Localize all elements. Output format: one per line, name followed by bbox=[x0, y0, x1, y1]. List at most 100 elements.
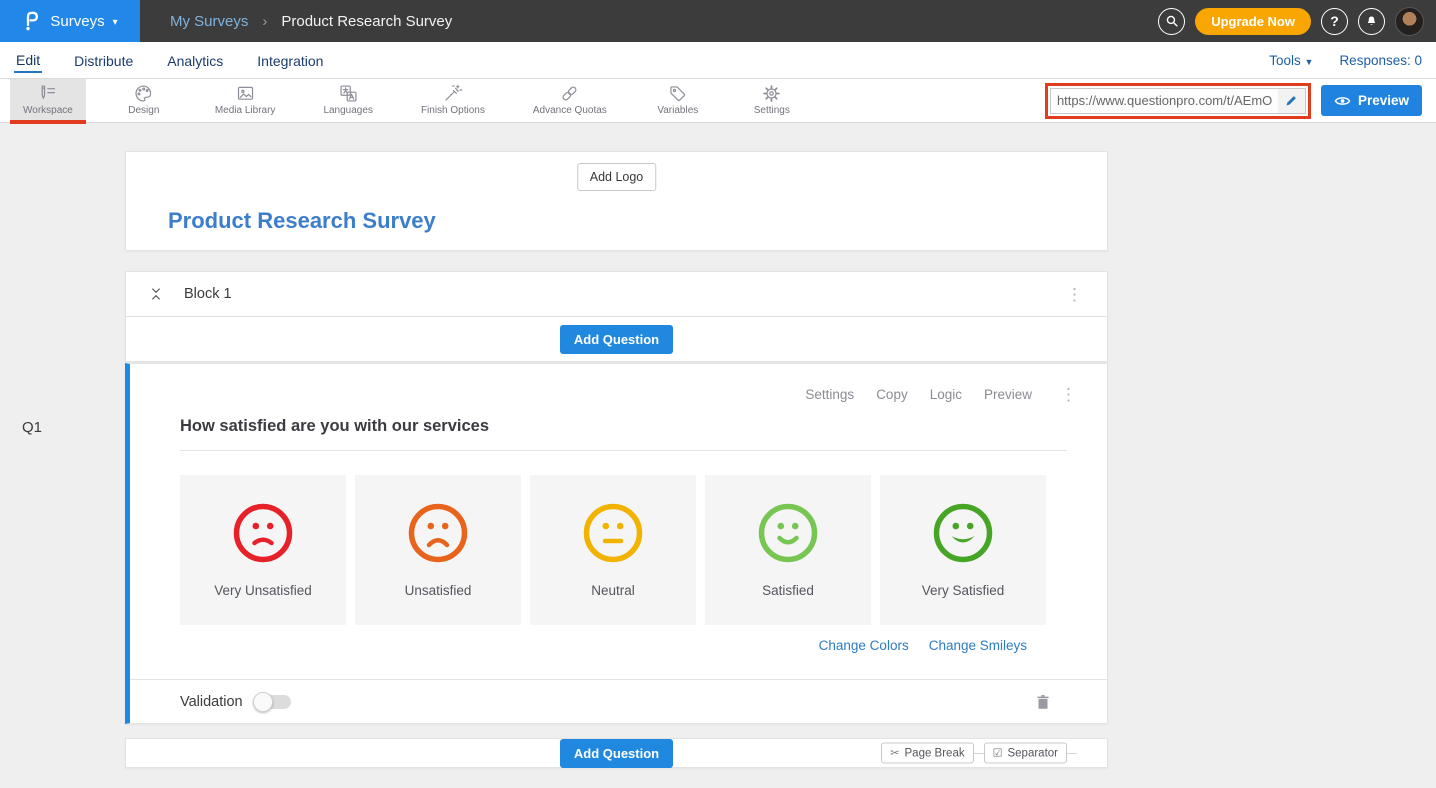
question-text-wrap: How satisfied are you with our services bbox=[180, 417, 1067, 451]
block-menu-kebab-icon[interactable]: ⋮ bbox=[1060, 284, 1089, 305]
add-logo-button[interactable]: Add Logo bbox=[577, 163, 657, 191]
bell-icon bbox=[1364, 14, 1379, 29]
change-colors-link[interactable]: Change Colors bbox=[819, 638, 909, 653]
toolbar-item-label: Finish Options bbox=[421, 105, 485, 116]
question-card: Settings Copy Logic Preview ⋮ How satisf… bbox=[125, 363, 1108, 724]
survey-header-card: Add Logo Product Research Survey bbox=[125, 151, 1108, 251]
search-icon bbox=[1165, 14, 1179, 28]
tab-integration[interactable]: Integration bbox=[255, 49, 325, 72]
survey-section-nav: Edit Distribute Analytics Integration To… bbox=[0, 42, 1436, 79]
question-footer-bar: Add Question ✂ Page Break ☑ Separator bbox=[125, 738, 1108, 768]
scissors-icon: ✂ bbox=[890, 747, 899, 760]
question-copy-link[interactable]: Copy bbox=[876, 387, 908, 402]
toolbar-item-variables[interactable]: Variables bbox=[642, 79, 714, 122]
responses-count[interactable]: Responses: 0 bbox=[1339, 53, 1422, 68]
link-icon bbox=[559, 83, 580, 104]
block-title[interactable]: Block 1 bbox=[184, 286, 232, 302]
smiley-config-links: Change Colors Change Smileys bbox=[130, 638, 1027, 653]
tab-analytics[interactable]: Analytics bbox=[165, 49, 225, 72]
workspace-canvas: Q1 Add Logo Product Research Survey Bloc… bbox=[0, 123, 1436, 788]
user-avatar[interactable] bbox=[1395, 7, 1424, 36]
toolbar-item-languages[interactable]: Languages bbox=[310, 79, 386, 122]
validation-label: Validation bbox=[180, 694, 243, 710]
collapse-block-icon[interactable] bbox=[148, 286, 164, 302]
unsatisfied-smiley-icon bbox=[407, 502, 469, 564]
tools-dropdown[interactable]: Tools ▼ bbox=[1269, 53, 1313, 68]
header-actions: Upgrade Now ? bbox=[1158, 7, 1424, 36]
checkbox-icon: ☑ bbox=[993, 747, 1003, 760]
smiley-option-very-unsatisfied[interactable]: Very Unsatisfied bbox=[180, 475, 346, 625]
brand-surveys-menu[interactable]: Surveys ▾ bbox=[0, 0, 140, 42]
very-unsatisfied-smiley-icon bbox=[232, 502, 294, 564]
survey-title[interactable]: Product Research Survey bbox=[168, 208, 436, 234]
smiley-option-satisfied[interactable]: Satisfied bbox=[705, 475, 871, 625]
gear-icon bbox=[761, 83, 782, 104]
pencil-icon bbox=[1285, 94, 1298, 107]
toolbar-item-settings[interactable]: Settings bbox=[736, 79, 808, 122]
eye-icon bbox=[1334, 95, 1351, 107]
smiley-option-label: Very Satisfied bbox=[922, 583, 1005, 598]
question-text[interactable]: How satisfied are you with our services bbox=[180, 417, 489, 435]
edit-url-button[interactable] bbox=[1278, 88, 1306, 114]
image-icon bbox=[235, 83, 256, 104]
tab-distribute[interactable]: Distribute bbox=[72, 49, 135, 72]
brand-label: Surveys bbox=[50, 13, 104, 30]
breadcrumb: My Surveys › Product Research Survey bbox=[170, 13, 452, 30]
preview-button[interactable]: Preview bbox=[1321, 85, 1422, 116]
separator-button[interactable]: ☑ Separator bbox=[984, 743, 1067, 764]
smiley-option-unsatisfied[interactable]: Unsatisfied bbox=[355, 475, 521, 625]
help-button[interactable]: ? bbox=[1321, 8, 1348, 35]
breadcrumb-my-surveys[interactable]: My Surveys bbox=[170, 13, 248, 30]
toolbar-item-media-library[interactable]: Media Library bbox=[202, 79, 289, 122]
survey-url-input[interactable] bbox=[1050, 88, 1278, 114]
questionpro-logo-icon bbox=[22, 10, 42, 32]
change-smileys-link[interactable]: Change Smileys bbox=[929, 638, 1027, 653]
satisfied-smiley-icon bbox=[757, 502, 819, 564]
separator-label: Separator bbox=[1007, 747, 1058, 759]
toolbar-item-design[interactable]: Design bbox=[108, 79, 180, 122]
question-preview-link[interactable]: Preview bbox=[984, 387, 1032, 402]
toolbar-item-finish-options[interactable]: Finish Options bbox=[408, 79, 498, 122]
toolbar-right: Preview bbox=[1045, 79, 1436, 122]
notifications-button[interactable] bbox=[1358, 8, 1385, 35]
annotation-red-box bbox=[1045, 83, 1311, 119]
smiley-option-neutral[interactable]: Neutral bbox=[530, 475, 696, 625]
question-menu-kebab-icon[interactable]: ⋮ bbox=[1054, 384, 1083, 405]
subnav-right: Tools ▼ Responses: 0 bbox=[1269, 53, 1422, 68]
add-question-button-top[interactable]: Add Question bbox=[560, 325, 673, 354]
toolbar-item-label: Variables bbox=[657, 105, 698, 116]
delete-question-trash-icon[interactable] bbox=[1034, 692, 1052, 712]
smiley-option-label: Satisfied bbox=[762, 583, 814, 598]
question-logic-link[interactable]: Logic bbox=[930, 387, 962, 402]
workspace-icon bbox=[37, 83, 58, 104]
palette-icon bbox=[133, 83, 154, 104]
smiley-option-label: Unsatisfied bbox=[405, 583, 472, 598]
upgrade-now-button[interactable]: Upgrade Now bbox=[1195, 8, 1311, 35]
toggle-knob bbox=[253, 692, 273, 712]
toolbar-item-advance-quotas[interactable]: Advance Quotas bbox=[520, 79, 620, 122]
wand-icon bbox=[442, 83, 463, 104]
toolbar-item-label: Media Library bbox=[215, 105, 276, 116]
toolbar-item-label: Settings bbox=[754, 105, 790, 116]
page-break-label: Page Break bbox=[905, 747, 965, 759]
block-header: Block 1 ⋮ bbox=[126, 272, 1107, 317]
translate-icon bbox=[338, 83, 359, 104]
search-button[interactable] bbox=[1158, 8, 1185, 35]
tab-edit[interactable]: Edit bbox=[14, 48, 42, 73]
question-settings-link[interactable]: Settings bbox=[805, 387, 854, 402]
breadcrumb-current-survey: Product Research Survey bbox=[281, 13, 452, 30]
tag-icon bbox=[667, 83, 688, 104]
neutral-smiley-icon bbox=[582, 502, 644, 564]
validation-row: Validation bbox=[130, 679, 1107, 723]
add-question-button-bottom[interactable]: Add Question bbox=[560, 739, 673, 768]
footer-insert-buttons: ✂ Page Break ☑ Separator bbox=[881, 743, 1067, 764]
toolbar-item-workspace[interactable]: Workspace bbox=[10, 79, 86, 122]
editor-toolbar: Workspace Design Media Library bbox=[0, 79, 1436, 123]
page-break-button[interactable]: ✂ Page Break bbox=[881, 743, 973, 764]
chevron-down-icon: ▼ bbox=[1305, 57, 1314, 67]
very-satisfied-smiley-icon bbox=[932, 502, 994, 564]
app-header: Surveys ▾ My Surveys › Product Research … bbox=[0, 0, 1436, 42]
validation-toggle[interactable] bbox=[255, 695, 291, 709]
toolbar-item-label: Design bbox=[128, 105, 159, 116]
smiley-option-very-satisfied[interactable]: Very Satisfied bbox=[880, 475, 1046, 625]
